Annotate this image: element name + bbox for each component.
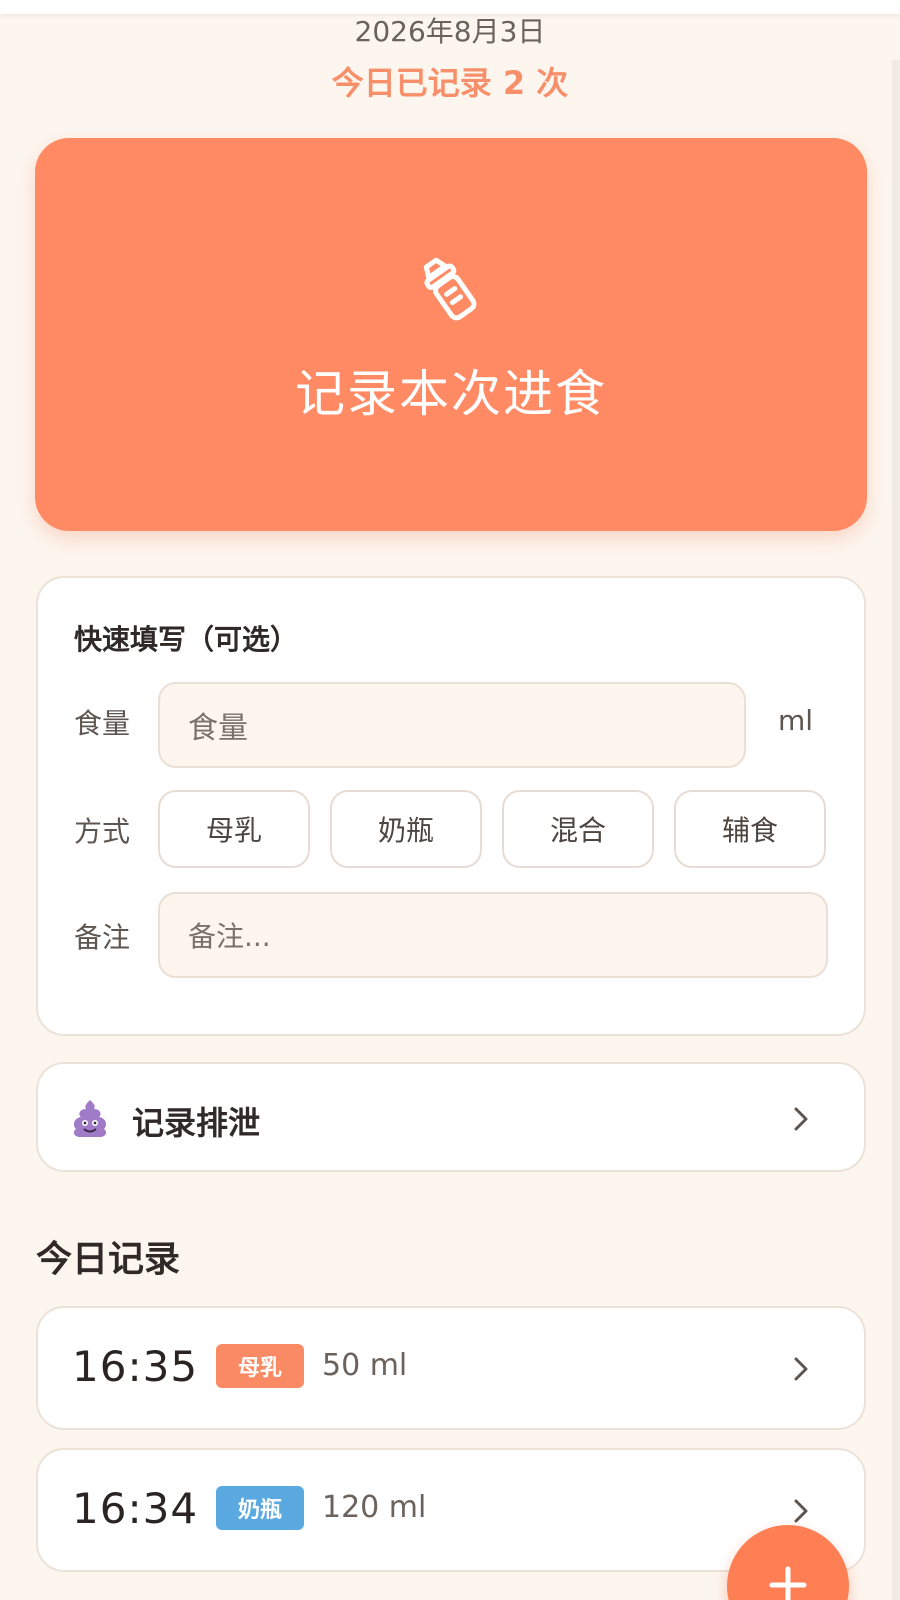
amount-label: 食量 <box>74 707 131 740</box>
record-excretion-label: 记录排泄 <box>132 1104 261 1142</box>
note-label: 备注 <box>74 921 131 954</box>
amount-placeholder: 食量 <box>188 711 248 746</box>
record-excretion-row[interactable]: 记录排泄 <box>36 1062 866 1172</box>
note-placeholder: 备注... <box>188 920 271 953</box>
record-amount: 50 ml <box>322 1348 408 1383</box>
record-amount: 120 ml <box>322 1490 427 1525</box>
record-feeding-title: 记录本次进食 <box>295 365 607 423</box>
record-item[interactable]: 16:35 母乳 50 ml <box>36 1306 866 1430</box>
record-feeding-button[interactable] <box>35 138 867 531</box>
note-input[interactable]: 备注... <box>158 892 828 978</box>
feeding-page: 2026年8月3日 今日已记录 2 次 记录本次进食 快速填写（可选） 食量 食… <box>0 0 900 1600</box>
amount-unit: ml <box>778 704 814 737</box>
chevron-right-icon <box>794 1107 808 1131</box>
method-chip-breast[interactable]: 母乳 <box>158 790 310 868</box>
today-count: 今日已记录 2 次 <box>331 64 569 102</box>
baby-bottle-icon <box>423 257 477 321</box>
record-time: 16:35 <box>72 1342 199 1391</box>
method-chip-solid[interactable]: 辅食 <box>674 790 826 868</box>
today-records-title: 今日记录 <box>36 1239 181 1280</box>
quick-fill-card: 快速填写（可选） 食量 食量 ml 方式 母乳 奶瓶 混合 辅食 备注 备注..… <box>36 576 866 1036</box>
method-chip-mixed[interactable]: 混合 <box>502 790 654 868</box>
chevron-right-icon <box>794 1499 808 1523</box>
method-chip-bottle[interactable]: 奶瓶 <box>330 790 482 868</box>
poop-icon <box>73 1100 107 1137</box>
current-date: 2026年8月3日 <box>354 15 546 48</box>
record-type-badge: 母乳 <box>216 1344 304 1388</box>
scrollbar-track <box>892 60 900 1600</box>
record-time: 16:34 <box>72 1484 199 1533</box>
method-label: 方式 <box>74 815 131 848</box>
amount-input[interactable]: 食量 <box>158 682 746 768</box>
chevron-right-icon <box>794 1357 808 1381</box>
plus-icon <box>769 1566 807 1600</box>
quick-fill-title: 快速填写（可选） <box>74 623 299 656</box>
record-type-badge: 奶瓶 <box>216 1486 304 1530</box>
